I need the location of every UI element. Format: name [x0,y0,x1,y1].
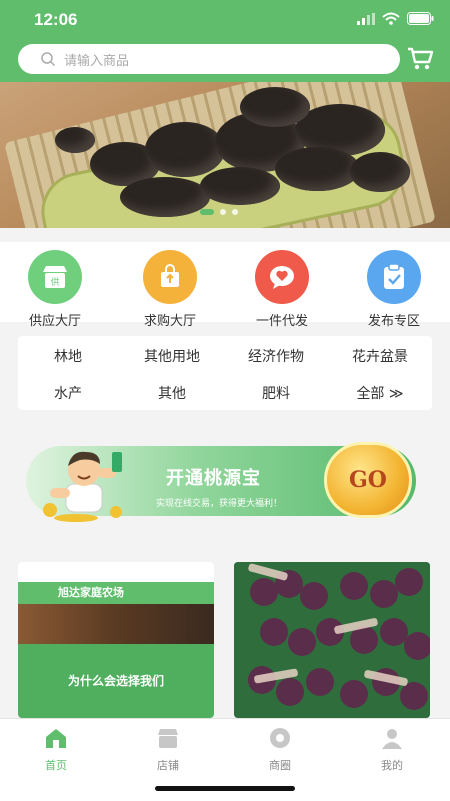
status-bar: 12:06 [0,0,450,40]
wifi-icon [382,12,400,25]
store-icon-glyph: 供 [50,276,59,288]
card-product-photo [18,604,214,644]
card-tagline: 为什么会选择我们 [68,674,165,688]
banner-fungus [120,177,210,217]
quick-link-label: 供应大厅 [28,314,81,329]
category-item-all[interactable]: 全部 ≫ [330,383,430,403]
carousel-dot[interactable] [232,209,238,215]
user-icon [382,729,402,749]
store-icon: 供 [28,250,82,304]
quick-link-label: 发布专区 [367,314,420,329]
tab-home[interactable]: 首页 [16,727,96,773]
cart-icon[interactable] [406,44,434,72]
tab-label: 我的 [381,759,403,772]
category-item[interactable]: 经济作物 [226,346,326,366]
quick-link-dropship[interactable]: 一件代发 [237,250,327,329]
promo-go-button[interactable]: GO [324,442,412,518]
header: 请输入商品 [0,40,450,82]
category-item[interactable]: 花卉盆景 [330,346,430,366]
quick-link-publish-zone[interactable]: 发布专区 [349,250,439,329]
quick-link-purchase-hall[interactable]: 求购大厅 [125,250,215,329]
card-header-strip [18,562,214,582]
carousel-dots [200,209,238,215]
heart-chat-icon [255,250,309,304]
promo-banner[interactable]: 开通桃源宝 实现在线交易，获得更大福利！ GO [26,436,422,524]
quick-link-supply-hall[interactable]: 供 供应大厅 [10,250,100,329]
home-indicator [155,786,295,791]
banner-fungus [350,152,410,192]
category-item[interactable]: 其他 [122,383,222,403]
card-farm-title: 旭达家庭农场 [58,586,124,599]
search-icon [41,52,56,67]
banner-fungus [275,147,360,191]
banner-fungus [145,122,225,177]
product-card[interactable]: 旭达家庭农场 为什么会选择我们 [18,562,214,718]
category-item[interactable]: 水产 [18,383,118,403]
category-item[interactable]: 林地 [18,346,118,366]
banner-fungus [240,87,310,127]
buy-bag-icon [143,250,197,304]
carousel-dot[interactable] [220,209,226,215]
banner-carousel[interactable] [0,82,450,228]
search-input[interactable]: 请输入商品 [18,44,400,74]
category-item[interactable]: 肥料 [226,383,326,403]
banner-fungus [200,167,280,205]
tab-label: 首页 [45,759,67,772]
signal-icon [357,12,375,25]
status-icons [357,12,434,25]
cartoon-farmer-illustration [43,451,122,522]
battery-icon [407,12,434,25]
circle-icon [270,728,290,748]
tab-label: 店铺 [157,759,179,772]
tab-mine[interactable]: 我的 [352,727,432,773]
status-time: 12:06 [34,10,78,29]
category-item[interactable]: 其他用地 [122,346,222,366]
banner-fungus [55,127,95,153]
clipboard-check-icon [367,250,421,304]
category-grid: 林地 其他用地 经济作物 花卉盆景 水产 其他 肥料 全部 ≫ [18,336,432,410]
tab-business-circle[interactable]: 商圈 [240,727,320,773]
tab-shop[interactable]: 店铺 [128,727,208,773]
grape-photo [234,562,430,718]
promo-title: 开通桃源宝 [166,468,261,489]
product-list: 旭达家庭农场 为什么会选择我们 [0,562,450,718]
quick-link-label: 一件代发 [255,314,308,329]
tab-label: 商圈 [269,759,291,772]
carousel-dot[interactable] [200,209,214,215]
shop-icon [158,729,178,748]
product-card[interactable] [234,562,430,718]
quick-links: 供 供应大厅 求购大厅 一件代发 发布专区 [0,242,450,329]
search-placeholder: 请输入商品 [64,53,130,69]
quick-link-label: 求购大厅 [143,314,196,329]
home-icon [46,729,66,748]
promo-subtitle: 实现在线交易，获得更大福利！ [156,499,283,509]
